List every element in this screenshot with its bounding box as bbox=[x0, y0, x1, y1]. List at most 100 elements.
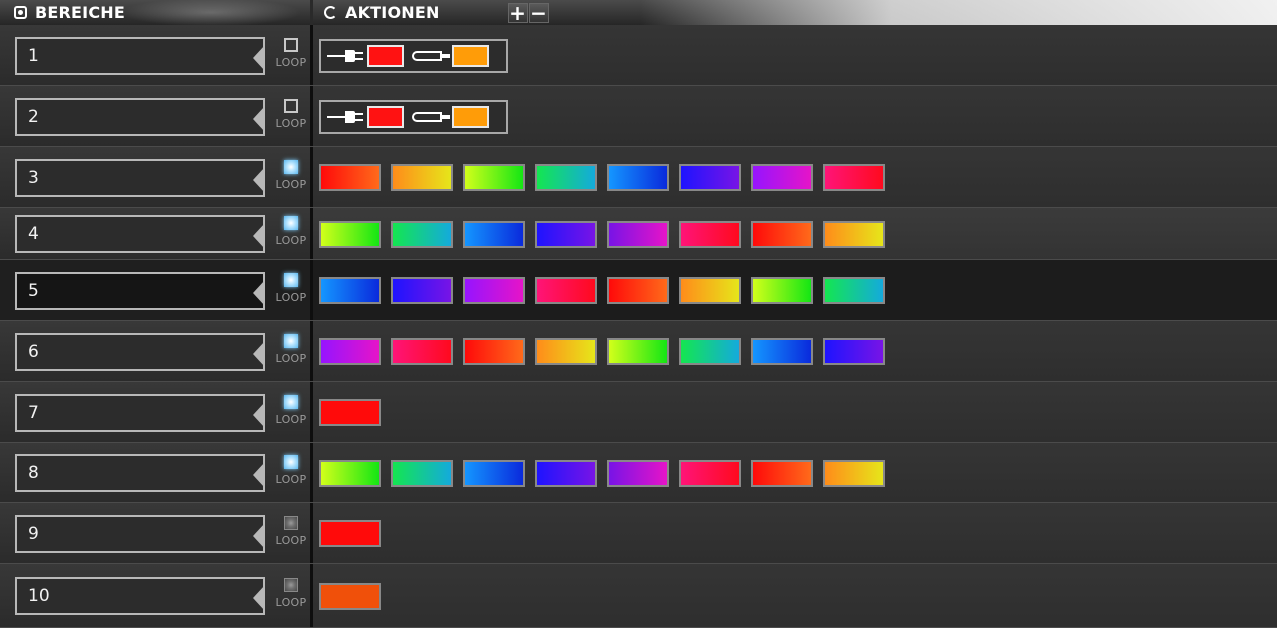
color-swatch[interactable] bbox=[679, 221, 741, 248]
color-swatch[interactable] bbox=[751, 460, 813, 487]
loop-toggle[interactable]: LOOP bbox=[273, 332, 309, 372]
area-row[interactable]: 3 LOOP bbox=[0, 147, 1277, 208]
color-swatch[interactable] bbox=[463, 164, 525, 191]
color-swatch[interactable] bbox=[319, 583, 381, 610]
color-swatch[interactable] bbox=[319, 520, 381, 547]
loop-checkbox[interactable] bbox=[284, 160, 298, 174]
loop-toggle[interactable]: LOOP bbox=[273, 97, 309, 137]
loop-toggle[interactable]: LOOP bbox=[273, 271, 309, 311]
loop-label: LOOP bbox=[275, 473, 307, 486]
loop-checkbox[interactable] bbox=[284, 578, 298, 592]
area-row[interactable]: 7 LOOP bbox=[0, 382, 1277, 443]
color-swatch[interactable] bbox=[535, 221, 597, 248]
loop-checkbox[interactable] bbox=[284, 395, 298, 409]
color-swatch[interactable] bbox=[367, 106, 404, 128]
color-swatch[interactable] bbox=[319, 460, 381, 487]
area-cell: 9 LOOP bbox=[0, 503, 310, 563]
color-swatch[interactable] bbox=[607, 221, 669, 248]
color-swatch[interactable] bbox=[319, 277, 381, 304]
loop-checkbox[interactable] bbox=[284, 273, 298, 287]
loop-checkbox[interactable] bbox=[284, 334, 298, 348]
color-swatch[interactable] bbox=[367, 45, 404, 67]
color-swatch[interactable] bbox=[751, 221, 813, 248]
loop-toggle[interactable]: LOOP bbox=[273, 36, 309, 76]
loop-checkbox[interactable] bbox=[284, 38, 298, 52]
loop-toggle[interactable]: LOOP bbox=[273, 214, 309, 254]
loop-toggle[interactable]: LOOP bbox=[273, 393, 309, 433]
color-swatch[interactable] bbox=[679, 164, 741, 191]
device-action-group[interactable] bbox=[319, 39, 508, 73]
color-swatch[interactable] bbox=[607, 164, 669, 191]
color-swatch[interactable] bbox=[391, 164, 453, 191]
area-row[interactable]: 4 LOOP bbox=[0, 208, 1277, 260]
color-swatch[interactable] bbox=[679, 460, 741, 487]
color-swatch[interactable] bbox=[679, 277, 741, 304]
actions-header: AKTIONEN + − bbox=[313, 0, 1277, 25]
area-name-field[interactable]: 2 bbox=[15, 98, 265, 136]
color-action-list bbox=[319, 338, 895, 365]
area-row[interactable]: 1 LOOP bbox=[0, 25, 1277, 86]
area-name-field[interactable]: 1 bbox=[15, 37, 265, 75]
area-name-field[interactable]: 4 bbox=[15, 215, 265, 253]
loop-toggle[interactable]: LOOP bbox=[273, 514, 309, 554]
color-swatch[interactable] bbox=[391, 338, 453, 365]
area-row[interactable]: 2 LOOP bbox=[0, 86, 1277, 147]
color-swatch[interactable] bbox=[751, 338, 813, 365]
area-cell: 1 LOOP bbox=[0, 25, 310, 85]
color-swatch[interactable] bbox=[463, 460, 525, 487]
color-swatch[interactable] bbox=[535, 277, 597, 304]
loop-checkbox[interactable] bbox=[284, 99, 298, 113]
remove-button[interactable]: − bbox=[528, 2, 549, 23]
color-swatch[interactable] bbox=[607, 277, 669, 304]
loop-checkbox[interactable] bbox=[284, 216, 298, 230]
area-name-field[interactable]: 7 bbox=[15, 394, 265, 432]
color-swatch[interactable] bbox=[391, 277, 453, 304]
area-row[interactable]: 9 LOOP bbox=[0, 503, 1277, 564]
color-swatch[interactable] bbox=[823, 460, 885, 487]
color-swatch[interactable] bbox=[823, 338, 885, 365]
loop-toggle[interactable]: LOOP bbox=[273, 576, 309, 616]
color-swatch[interactable] bbox=[391, 460, 453, 487]
area-row[interactable]: 5 LOOP bbox=[0, 260, 1277, 321]
color-swatch[interactable] bbox=[535, 460, 597, 487]
area-name-field[interactable]: 8 bbox=[15, 454, 265, 492]
color-swatch[interactable] bbox=[452, 106, 489, 128]
color-swatch[interactable] bbox=[679, 338, 741, 365]
color-swatch[interactable] bbox=[823, 164, 885, 191]
color-swatch[interactable] bbox=[463, 338, 525, 365]
refresh-icon[interactable] bbox=[324, 6, 337, 19]
color-swatch[interactable] bbox=[463, 221, 525, 248]
color-swatch[interactable] bbox=[823, 277, 885, 304]
color-swatch[interactable] bbox=[319, 399, 381, 426]
loop-toggle[interactable]: LOOP bbox=[273, 158, 309, 198]
area-name-field[interactable]: 5 bbox=[15, 272, 265, 310]
area-name-field[interactable]: 3 bbox=[15, 159, 265, 197]
area-row[interactable]: 6 LOOP bbox=[0, 321, 1277, 382]
color-swatch[interactable] bbox=[823, 221, 885, 248]
loop-label: LOOP bbox=[275, 596, 307, 609]
area-name-field[interactable]: 6 bbox=[15, 333, 265, 371]
area-name-field[interactable]: 9 bbox=[15, 515, 265, 553]
color-swatch[interactable] bbox=[319, 221, 381, 248]
color-swatch[interactable] bbox=[391, 221, 453, 248]
add-button[interactable]: + bbox=[507, 2, 528, 23]
loop-checkbox[interactable] bbox=[284, 516, 298, 530]
color-swatch[interactable] bbox=[319, 164, 381, 191]
loop-checkbox[interactable] bbox=[284, 455, 298, 469]
loop-toggle[interactable]: LOOP bbox=[273, 453, 309, 493]
area-cell: 6 LOOP bbox=[0, 321, 310, 381]
color-swatch[interactable] bbox=[607, 460, 669, 487]
led-strip-icon bbox=[412, 49, 452, 63]
color-swatch[interactable] bbox=[319, 338, 381, 365]
color-swatch[interactable] bbox=[463, 277, 525, 304]
color-swatch[interactable] bbox=[452, 45, 489, 67]
color-swatch[interactable] bbox=[535, 164, 597, 191]
device-action-group[interactable] bbox=[319, 100, 508, 134]
color-swatch[interactable] bbox=[751, 277, 813, 304]
area-name-field[interactable]: 10 bbox=[15, 577, 265, 615]
area-row[interactable]: 10 LOOP bbox=[0, 564, 1277, 628]
area-row[interactable]: 8 LOOP bbox=[0, 443, 1277, 503]
color-swatch[interactable] bbox=[607, 338, 669, 365]
color-swatch[interactable] bbox=[751, 164, 813, 191]
color-swatch[interactable] bbox=[535, 338, 597, 365]
